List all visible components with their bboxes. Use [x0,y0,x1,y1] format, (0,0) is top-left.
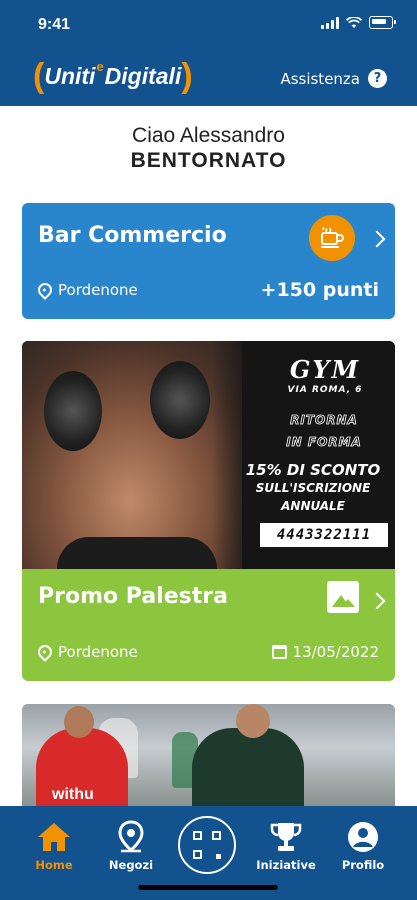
dumbbell-right [150,361,210,439]
battery-icon [369,16,396,29]
help-icon: ? [368,69,387,88]
ad-slogan: RITORNA IN FORMA [286,413,362,450]
qr-code-icon [193,831,221,859]
promo-image: GYM VIA ROMA, 6 RITORNA IN FORMA 15% DI … [22,341,395,569]
wifi-icon [346,16,362,28]
dumbbell-left [44,371,102,451]
image-icon [327,581,359,613]
card-points: +150 punti [260,279,379,301]
tab-label: Profilo [341,858,385,872]
ad-phone: 4443322111 [260,523,388,547]
greeting-welcome: BENTORNATO [130,149,287,172]
card-title: Promo Palestra [38,584,228,609]
card-date: 13/05/2022 [271,643,379,661]
card-bar-commercio[interactable]: Bar Commercio Pordenone +150 punti [22,203,395,319]
location-pin-icon [35,642,55,662]
jersey-sponsor: withu [52,786,94,803]
app-header: ( Uniti e Digitali ) Assistenza ? [0,52,417,106]
home-icon [19,820,89,854]
card-title: Bar Commercio [38,223,227,248]
card-location: Pordenone [35,642,138,662]
tab-label: Negozi [108,858,154,872]
coffee-icon [309,215,355,261]
card-sport[interactable]: withu [22,704,395,814]
tab-qr-scan[interactable] [178,816,236,874]
ad-offer: 15% DI SCONTO SULL'ISCRIZIONE ANNUALE [245,461,381,513]
help-label: Assistenza [280,69,360,88]
calendar-icon [271,645,287,659]
player-green [192,728,304,814]
tab-home[interactable]: Home [19,820,89,872]
greeting: Ciao Alessandro BENTORNATO [0,124,417,173]
tab-negozi[interactable]: Negozi [96,820,166,872]
card-location: Pordenone [35,280,138,300]
signal-icon [321,16,339,29]
app-logo: ( Uniti e Digitali ) [33,57,193,95]
trophy-icon [251,820,321,854]
chevron-right-icon [368,592,386,610]
chevron-right-icon [368,230,386,248]
status-bar: 9:41 [0,0,417,52]
location-pin-icon [35,280,55,300]
help-button[interactable]: Assistenza ? [280,69,387,88]
tab-label: Home [35,858,73,872]
card-promo-palestra[interactable]: GYM VIA ROMA, 6 RITORNA IN FORMA 15% DI … [22,341,395,681]
tab-bar: Home Negozi Iniziative Profilo [0,806,417,900]
map-pin-icon [96,820,166,854]
tab-profilo[interactable]: Profilo [328,820,398,872]
home-indicator [138,885,278,890]
tab-iniziative[interactable]: Iniziative [251,820,321,872]
status-icons [321,16,396,29]
ad-address: VIA ROMA, 6 [287,385,363,395]
status-time: 9:41 [38,16,71,33]
tab-label: Iniziative [256,858,316,872]
greeting-name: Ciao Alessandro [132,124,285,147]
ad-gym-title: GYM [289,355,361,384]
user-icon [328,820,398,854]
